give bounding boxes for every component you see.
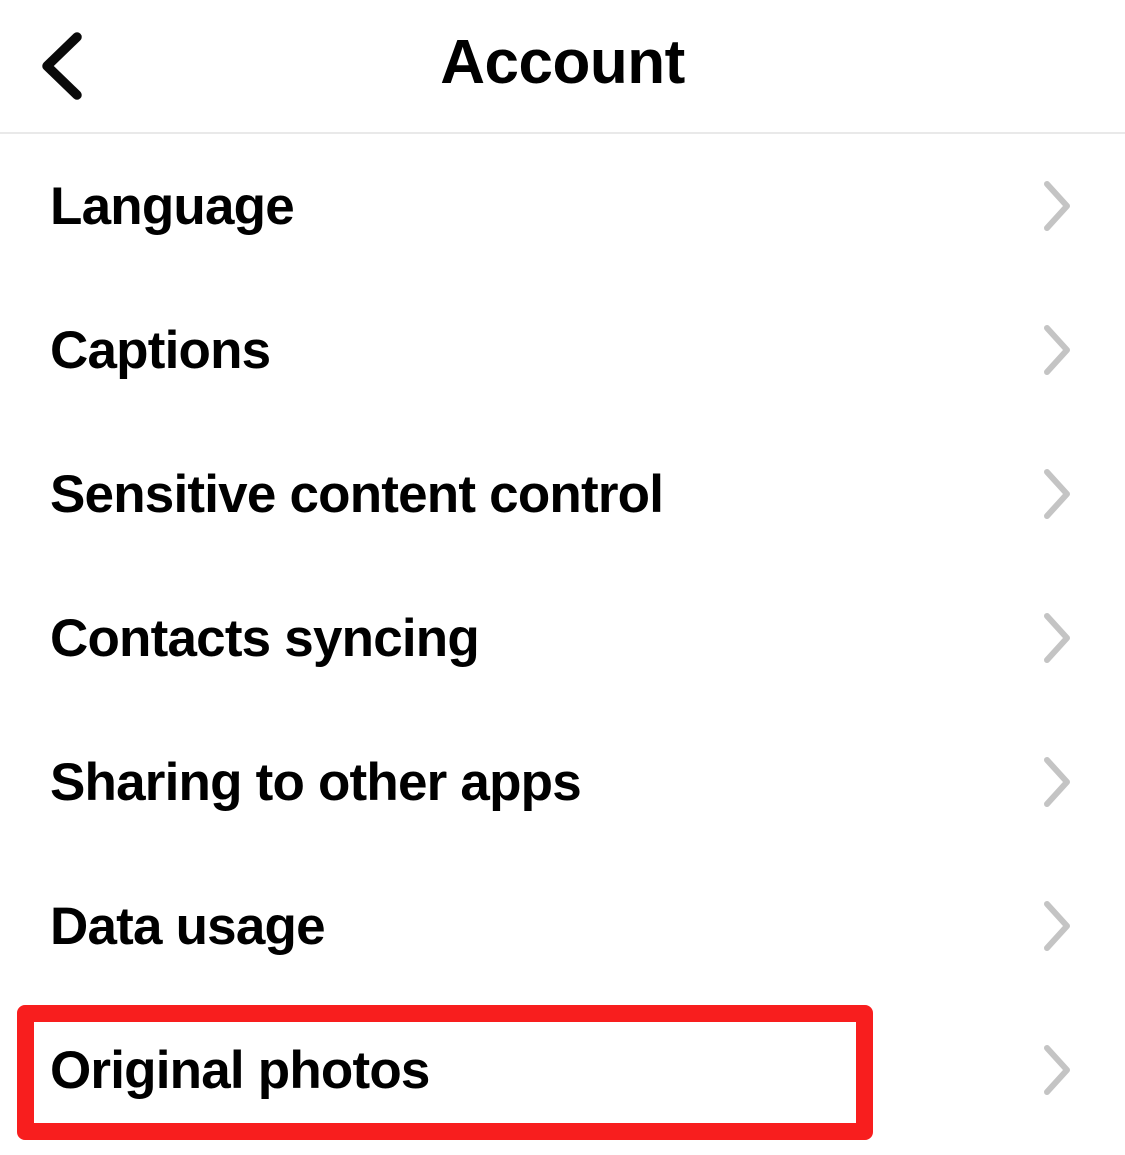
list-item-captions[interactable]: Captions <box>0 278 1125 422</box>
list-item-language[interactable]: Language <box>0 134 1125 278</box>
chevron-right-icon <box>1037 898 1077 954</box>
settings-list: Language Captions Sensitive content cont… <box>0 134 1125 1142</box>
chevron-right-icon <box>1037 754 1077 810</box>
chevron-right-icon <box>1037 178 1077 234</box>
list-item-label: Sensitive content control <box>50 464 664 524</box>
list-item-sharing-to-other-apps[interactable]: Sharing to other apps <box>0 710 1125 854</box>
chevron-right-icon <box>1037 1042 1077 1098</box>
chevron-right-icon <box>1037 466 1077 522</box>
list-item-original-photos[interactable]: Original photos <box>0 998 1125 1142</box>
list-item-label: Original photos <box>50 1040 430 1100</box>
navigation-header: Account <box>0 0 1125 134</box>
chevron-right-icon <box>1037 322 1077 378</box>
account-settings-screen: Account Language Captions Sensitive cont… <box>0 0 1125 1155</box>
list-item-label: Data usage <box>50 896 326 956</box>
list-item-label: Contacts syncing <box>50 608 480 668</box>
list-item-data-usage[interactable]: Data usage <box>0 854 1125 998</box>
chevron-right-icon <box>1037 610 1077 666</box>
list-item-contacts-syncing[interactable]: Contacts syncing <box>0 566 1125 710</box>
list-item-sensitive-content-control[interactable]: Sensitive content control <box>0 422 1125 566</box>
page-title: Account <box>440 27 685 97</box>
list-item-label: Language <box>50 176 295 236</box>
list-item-label: Sharing to other apps <box>50 752 582 812</box>
list-item-label: Captions <box>50 320 271 380</box>
